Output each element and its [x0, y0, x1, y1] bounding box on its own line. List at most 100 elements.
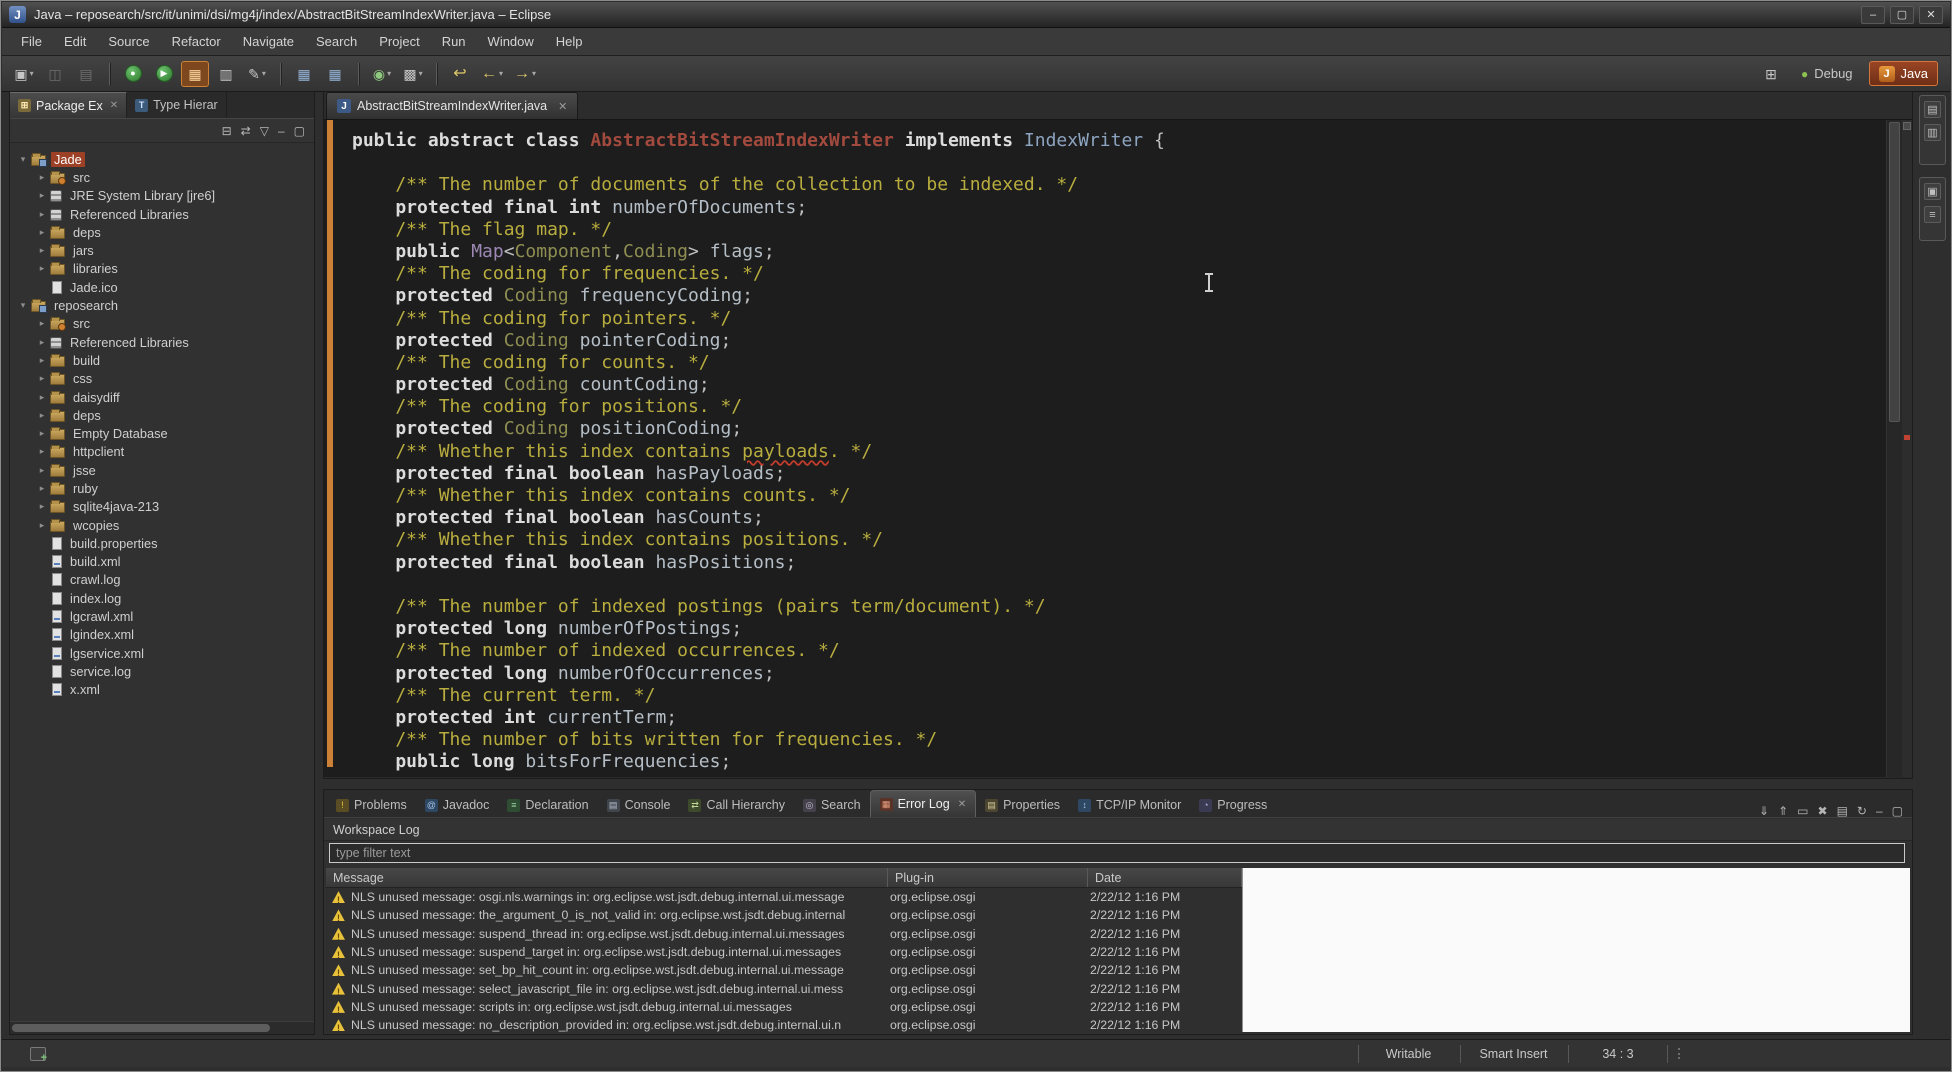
tree-item-deps[interactable]: ▸deps: [10, 406, 314, 424]
error-log-row[interactable]: NLS unused message: the_argument_0_is_no…: [326, 906, 1242, 924]
tree-item-deps[interactable]: ▸deps: [10, 223, 314, 241]
menu-edit[interactable]: Edit: [53, 28, 97, 55]
new-class-button[interactable]: ◉▾: [368, 61, 396, 87]
menu-search[interactable]: Search: [305, 28, 368, 55]
vscrollbar-thumb[interactable]: [1889, 122, 1900, 422]
open-resource-button[interactable]: ▦: [321, 61, 349, 87]
expand-arrow-icon[interactable]: ▸: [35, 318, 49, 329]
tree-item-lgservice-xml[interactable]: lgservice.xml: [10, 644, 314, 662]
clear-log-button[interactable]: ▭: [1797, 805, 1808, 817]
restore-log-button[interactable]: ↻: [1857, 805, 1867, 817]
import-log-button[interactable]: ⇑: [1778, 805, 1788, 817]
title-bar[interactable]: J Java – reposearch/src/it/unimi/dsi/mg4…: [2, 2, 1950, 28]
expand-arrow-icon[interactable]: ▸: [35, 245, 49, 256]
expand-arrow-icon[interactable]: ▸: [35, 428, 49, 439]
link-with-editor-button[interactable]: ⇄: [241, 125, 251, 137]
minimize-panel-button[interactable]: –: [1876, 805, 1883, 817]
new-package-button[interactable]: ▩▾: [399, 61, 427, 87]
tree-item-httpclient[interactable]: ▸httpclient: [10, 443, 314, 461]
minimized-view-button-2[interactable]: ▥: [1924, 124, 1941, 141]
expand-arrow-icon[interactable]: ▸: [35, 446, 49, 457]
column-header-message[interactable]: Message: [326, 868, 888, 887]
debug-button[interactable]: ●: [119, 61, 147, 87]
profile-button[interactable]: ▥: [212, 61, 240, 87]
horizontal-sash[interactable]: [323, 779, 1913, 789]
minimized-view-button-4[interactable]: ≡: [1924, 206, 1941, 223]
error-log-row[interactable]: NLS unused message: select_javascript_fi…: [326, 979, 1242, 997]
expand-arrow-icon[interactable]: ▸: [35, 465, 49, 476]
open-type-button[interactable]: ▦: [290, 61, 318, 87]
close-icon[interactable]: ✕: [958, 799, 966, 810]
tab-properties[interactable]: ▤Properties: [976, 793, 1069, 817]
run-button[interactable]: ▶: [150, 61, 178, 87]
expand-arrow-icon[interactable]: ▾: [16, 154, 30, 165]
expand-arrow-icon[interactable]: ▸: [35, 172, 49, 183]
error-log-row[interactable]: NLS unused message: suspend_thread in: o…: [326, 925, 1242, 943]
tab-package-explorer[interactable]: ⊞ Package Ex ✕: [10, 92, 127, 118]
close-button[interactable]: ✕: [1919, 6, 1943, 24]
expand-arrow-icon[interactable]: ▸: [35, 263, 49, 274]
error-log-row[interactable]: NLS unused message: no_description_provi…: [326, 1016, 1242, 1032]
maximize-panel-button[interactable]: ▢: [1892, 805, 1903, 817]
tree-item-build[interactable]: ▸build: [10, 351, 314, 369]
tree-item-build-xml[interactable]: build.xml: [10, 553, 314, 571]
tab-call-hierarchy[interactable]: ⇄Call Hierarchy: [679, 793, 794, 817]
tab-console[interactable]: ▤Console: [598, 793, 680, 817]
minimized-view-button-3[interactable]: ▣: [1924, 183, 1941, 200]
expand-arrow-icon[interactable]: ▸: [35, 337, 49, 348]
expand-arrow-icon[interactable]: ▸: [35, 355, 49, 366]
tab-declaration[interactable]: ≡Declaration: [498, 793, 597, 817]
expand-arrow-icon[interactable]: ▸: [35, 190, 49, 201]
tab-type-hierarchy[interactable]: T Type Hierar: [127, 92, 227, 118]
menu-refactor[interactable]: Refactor: [161, 28, 232, 55]
tab-tcpip-monitor[interactable]: ↕TCP/IP Monitor: [1069, 793, 1190, 817]
expand-arrow-icon[interactable]: ▸: [35, 520, 49, 531]
tab-problems[interactable]: !Problems: [327, 793, 416, 817]
menu-file[interactable]: File: [10, 28, 53, 55]
hscrollbar-thumb[interactable]: [12, 1024, 270, 1032]
tree-item-empty-database[interactable]: ▸Empty Database: [10, 424, 314, 442]
export-log-button[interactable]: ⇓: [1759, 805, 1769, 817]
tree-item-libraries[interactable]: ▸libraries: [10, 260, 314, 278]
tree-item-ruby[interactable]: ▸ruby: [10, 479, 314, 497]
menu-navigate[interactable]: Navigate: [232, 28, 305, 55]
collapse-all-button[interactable]: ⊟: [222, 125, 232, 137]
menu-window[interactable]: Window: [477, 28, 545, 55]
tree-item-service-log[interactable]: service.log: [10, 662, 314, 680]
back-button[interactable]: ←▾: [477, 61, 507, 87]
external-tools-button[interactable]: ✎▾: [243, 61, 271, 87]
open-log-button[interactable]: ▤: [1837, 805, 1848, 817]
tree-item-lgcrawl-xml[interactable]: lgcrawl.xml: [10, 607, 314, 625]
annotation-mark[interactable]: [1904, 435, 1910, 440]
last-edit-location-button[interactable]: ↩: [446, 61, 474, 87]
forward-button[interactable]: →▾: [510, 61, 540, 87]
minimized-view-button-1[interactable]: ▤: [1924, 101, 1941, 118]
expand-arrow-icon[interactable]: ▸: [35, 501, 49, 512]
tree-item-build-properties[interactable]: build.properties: [10, 534, 314, 552]
menu-source[interactable]: Source: [97, 28, 160, 55]
expand-arrow-icon[interactable]: ▸: [35, 227, 49, 238]
minimize-view-button[interactable]: –: [278, 125, 285, 137]
filter-input[interactable]: [329, 843, 1905, 863]
tab-javadoc[interactable]: @Javadoc: [416, 793, 499, 817]
menu-project[interactable]: Project: [368, 28, 430, 55]
tree-item-jade-ico[interactable]: Jade.ico: [10, 278, 314, 296]
close-icon[interactable]: ✕: [110, 100, 118, 111]
tree-item-sqlite4java-213[interactable]: ▸sqlite4java-213: [10, 498, 314, 516]
view-menu-button[interactable]: ▽: [260, 125, 269, 137]
tree-item-css[interactable]: ▸css: [10, 370, 314, 388]
column-header-date[interactable]: Date: [1088, 868, 1242, 887]
code-area[interactable]: public abstract class AbstractBitStreamI…: [352, 130, 1886, 773]
editor-tab[interactable]: J AbstractBitStreamIndexWriter.java ✕: [326, 92, 578, 119]
error-log-row[interactable]: NLS unused message: osgi.nls.warnings in…: [326, 888, 1242, 906]
tree-item-jars[interactable]: ▸jars: [10, 241, 314, 259]
maximize-button[interactable]: ▢: [1890, 6, 1914, 24]
tree-item-referenced-libraries[interactable]: ▸Referenced Libraries: [10, 333, 314, 351]
tree-item-daisydiff[interactable]: ▸daisydiff: [10, 388, 314, 406]
tree-item-src[interactable]: ▸src: [10, 168, 314, 186]
close-icon[interactable]: ✕: [558, 100, 567, 113]
tree-item-index-log[interactable]: index.log: [10, 589, 314, 607]
debug-perspective-button[interactable]: ● Debug: [1792, 61, 1862, 86]
error-log-row[interactable]: NLS unused message: set_bp_hit_count in:…: [326, 961, 1242, 979]
new-wizard-button[interactable]: ▣▾: [10, 61, 38, 87]
